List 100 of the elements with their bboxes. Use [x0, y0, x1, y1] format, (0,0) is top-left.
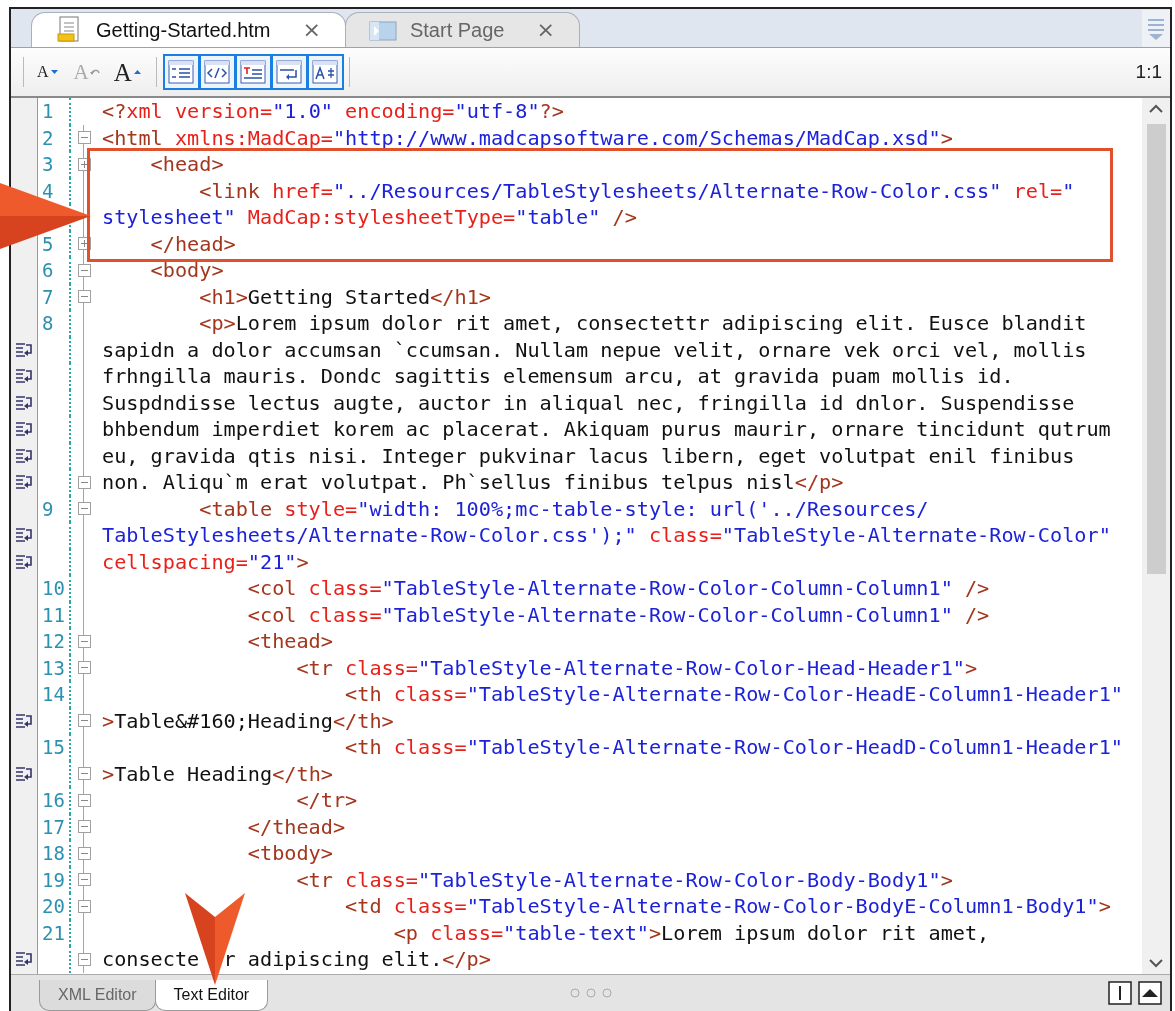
- code-line: <col class="TableStyle-Alternate-Row-Color-Column-Column1" />: [246, 601, 990, 628]
- code-line: <col class="TableStyle-Alternate-Row-Color-Column-Column1" />: [246, 575, 990, 602]
- collapse-icon[interactable]: [77, 661, 91, 675]
- splitter-dots-icon[interactable]: [568, 987, 613, 999]
- editor-tab[interactable]: Text Editor: [154, 980, 269, 1011]
- line-number: 14: [42, 683, 65, 705]
- code-line: <head>: [149, 151, 224, 178]
- triangle-up-icon: [1138, 981, 1162, 1005]
- code-line: <th class="TableStyle-Alternate-Row-Color-HeadD-Column1-Header1": [344, 734, 1123, 761]
- line-number: 9: [42, 497, 54, 520]
- code-line: </thead>: [246, 813, 346, 840]
- line-number: 21: [42, 921, 65, 944]
- line-number: 12: [42, 630, 65, 652]
- tab-title: Getting-Started.htm: [96, 18, 271, 42]
- line-number: 4: [42, 179, 54, 202]
- line-number: 17: [42, 815, 65, 838]
- code-line: <p class="table-text">Lorem ipsum dolor rit amet,: [392, 919, 990, 946]
- collapse-icon[interactable]: [77, 952, 91, 966]
- font-size-button[interactable]: A: [30, 64, 67, 80]
- scroll-down-icon[interactable]: [1148, 958, 1164, 968]
- code-line: TableStylesheets/Alternate-Row-Color.css');" class="TableStyle-Alternate-Row-Color": [101, 522, 1111, 549]
- code-line: <link href="../Resources/TableStylesheets/Alternate-Row-Color.css" rel=": [198, 177, 1075, 204]
- caret-icon: [49, 67, 60, 77]
- format-icon: [311, 59, 340, 85]
- collapse-icon[interactable]: [77, 502, 91, 516]
- toggle-button[interactable]: [162, 54, 200, 90]
- font-size-button[interactable]: A: [106, 59, 150, 85]
- code-line: <?xml version="1.0" encoding="utf-8"?>: [101, 98, 564, 125]
- code-line: <tbody>: [246, 840, 333, 867]
- code-line: consecte r adipiscing elit.</p>: [101, 946, 491, 973]
- line-number: 1: [42, 100, 54, 122]
- code-line: frhngilla mauris. Dondc sagittis elemensum arcu, at gravida puam mollis id.: [101, 363, 1014, 390]
- toggle-button[interactable]: [198, 54, 236, 90]
- code-line: <td class="TableStyle-Alternate-Row-Color-BodyE-Column1-Body1">: [344, 893, 1111, 920]
- toggle-button[interactable]: [270, 54, 308, 90]
- line-number: 16: [42, 789, 65, 811]
- maximize-pane-button[interactable]: [1138, 981, 1162, 1005]
- scrollbar-thumb[interactable]: [1146, 124, 1166, 574]
- toggle-button[interactable]: [306, 54, 344, 90]
- code-line: <th class="TableStyle-Alternate-Row-Color-HeadE-Column1-Header1": [344, 681, 1123, 708]
- split-view-button[interactable]: [1108, 981, 1132, 1005]
- code-line: bhbendum imperdiet korem ac placerat. Akiquam purus maurir, ornare tincidunt qutrum: [101, 416, 1111, 443]
- collapse-icon[interactable]: [77, 873, 91, 887]
- collapse-icon[interactable]: [77, 899, 91, 913]
- line-number: 15: [42, 736, 65, 758]
- close-button[interactable]: ×: [300, 19, 323, 41]
- collapse-icon[interactable]: [77, 634, 91, 648]
- wrap-icon: [275, 59, 304, 85]
- code-line: </tr>: [295, 787, 358, 814]
- line-number: 6: [42, 259, 54, 281]
- code-line: </head>: [149, 230, 236, 257]
- code-line: <table style="width: 100%;mc-table-style: url('../Resources/: [198, 495, 929, 522]
- line-number: 10: [42, 577, 65, 599]
- collapse-icon[interactable]: [77, 820, 91, 834]
- code-line: >Table&#160;Heading</th>: [101, 707, 394, 734]
- collapse-icon[interactable]: [77, 793, 91, 807]
- scroll-up-icon[interactable]: [1148, 104, 1164, 114]
- editor-tab[interactable]: XML Editor: [39, 980, 156, 1011]
- code-line: <thead>: [246, 628, 333, 655]
- line-number: 7: [42, 285, 54, 308]
- code-line: non. Aliqu`m erat volutpat. Ph`sellus finibus telpus nisl</p>: [101, 469, 844, 496]
- collapse-icon[interactable]: [77, 846, 91, 860]
- line-number: 8: [42, 312, 54, 334]
- code-line: stylesheet" MadCap:stylesheetType="table" />: [101, 204, 637, 231]
- code-line: sapidn a dolor accumsan `ccumsan. Nullam nepue velit, ornare vek orci vel, mollis: [101, 336, 1087, 363]
- menu-button[interactable]: [1142, 10, 1170, 47]
- line-number: 19: [42, 868, 65, 891]
- line-number: 18: [42, 842, 65, 864]
- collapse-icon[interactable]: [77, 263, 91, 277]
- caret-icon: [132, 67, 143, 77]
- line-numbers-icon: [167, 59, 196, 85]
- collapse-icon[interactable]: [77, 714, 91, 728]
- code-line: <tr class="TableStyle-Alternate-Row-Color-Body-Body1">: [295, 866, 953, 893]
- close-button[interactable]: ×: [534, 19, 557, 41]
- code-line: <body>: [149, 257, 224, 284]
- split-icon: [1108, 981, 1132, 1005]
- collapse-icon[interactable]: [77, 131, 91, 145]
- collapse-icon[interactable]: [77, 767, 91, 781]
- line-number: 11: [42, 603, 65, 626]
- code-line: <html xmlns:MadCap="http://www.madcapsoftware.com/Schemas/MadCap.xsd">: [101, 124, 953, 151]
- code-line: eu, gravida qtis nisi. Integer pukvinar lacus libern, eget volutpat enil finibus: [101, 442, 1075, 469]
- code-line: <tr class="TableStyle-Alternate-Row-Color-Head-Header1">: [295, 654, 978, 681]
- line-number: 2: [42, 126, 54, 149]
- collapse-icon[interactable]: [77, 475, 91, 489]
- code-line: cellspacing="21">: [101, 548, 309, 575]
- line-number: 20: [42, 895, 65, 917]
- zoom-level: 1:1: [1135, 61, 1163, 83]
- code-tags-icon: [203, 59, 232, 85]
- undo-icon: [89, 67, 100, 77]
- tab-title: Start Page: [409, 18, 505, 42]
- line-number: 3: [42, 153, 54, 175]
- document-tab[interactable]: Getting-Started.htm ×: [31, 12, 346, 47]
- collapse-icon[interactable]: [77, 290, 91, 304]
- document-tab[interactable]: Start Page ×: [344, 12, 580, 47]
- line-number: 13: [42, 656, 65, 679]
- toggle-button[interactable]: [234, 54, 272, 90]
- code-line: Suspdndisse lectus augte, auctor in aliqual nec, fringilla id dnlor. Suspendisse: [101, 389, 1075, 416]
- line-number: 5: [42, 232, 54, 255]
- code-line: <p>Lorem ipsum dolor rit amet, consectettr adipiscing elit. Eusce blandit: [198, 310, 1087, 337]
- code-line: <h1>Getting Started</h1>: [198, 283, 491, 310]
